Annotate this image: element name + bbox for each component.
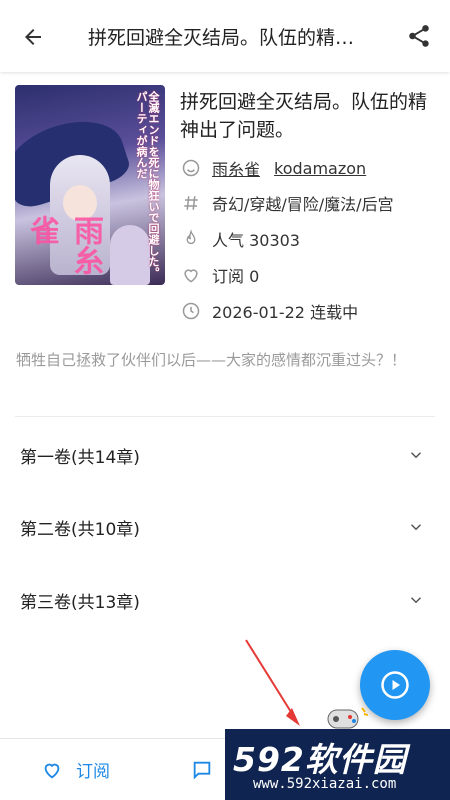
- illustrator-link[interactable]: kodamazon: [274, 159, 366, 178]
- subscribe-button[interactable]: 订阅: [40, 757, 110, 782]
- heart-outline-icon: [40, 759, 64, 781]
- volume-row[interactable]: 第二卷(共10章): [0, 502, 450, 552]
- chevron-down-icon[interactable]: [406, 517, 426, 537]
- author-link[interactable]: 雨糸雀: [212, 156, 260, 180]
- watermark-brand: 592软件园: [233, 740, 407, 779]
- cover-title-text: 全滅エンドを死に物狂いで回避した。パーティが病んだ: [135, 91, 160, 278]
- chevron-down-icon[interactable]: [406, 445, 426, 465]
- start-reading-button[interactable]: [360, 650, 430, 720]
- watermark: 592软件园 www.592xiazai.com: [225, 729, 450, 800]
- clock-icon: [180, 300, 202, 322]
- book-description: 牺牲自己拯救了伙伴们以后——大家的感情都沉重过头？！: [16, 351, 407, 369]
- chevron-down-icon[interactable]: [406, 590, 426, 610]
- popularity-row: 人气 30303: [180, 227, 442, 251]
- arrow-back-icon: [25, 29, 41, 45]
- status-text: 2026-01-22 连载中: [212, 303, 359, 322]
- tags-text[interactable]: 奇幻/穿越/冒险/魔法/后宫: [212, 191, 394, 215]
- divider: [15, 416, 435, 417]
- volume-label: 第一卷(共14章): [20, 447, 140, 468]
- tags-row: 奇幻/穿越/冒险/魔法/后宫: [180, 191, 442, 215]
- share-button[interactable]: [404, 21, 434, 51]
- hash-icon: [180, 192, 202, 214]
- play-circle-icon: [381, 671, 409, 699]
- subscriptions-text: 订阅 0: [212, 267, 260, 286]
- book-title: 拼死回避全灭结局。队伍的精神出了问题。: [180, 91, 428, 141]
- subscriptions-row: 订阅 0: [180, 263, 442, 287]
- page-title: 拼死回避全灭结局。队伍的精神出了问题。: [88, 27, 364, 49]
- comment-button[interactable]: [190, 759, 214, 781]
- book-cover-image[interactable]: 全滅エンドを死に物狂いで回避した。パーティが病んだ 雨糸雀: [15, 85, 165, 285]
- cover-author-text: 雨糸雀: [24, 215, 103, 275]
- comment-icon: [193, 761, 211, 780]
- status-row: 2026-01-22 连载中: [180, 299, 442, 323]
- back-button[interactable]: [18, 22, 48, 52]
- watermark-url: www.592xiazai.com: [253, 776, 397, 792]
- popularity-text: 人气 30303: [212, 231, 300, 250]
- heart-icon: [180, 264, 202, 286]
- volume-row[interactable]: 第三卷(共13章): [0, 575, 450, 625]
- volume-label: 第三卷(共13章): [20, 592, 140, 613]
- volume-label: 第二卷(共10章): [20, 519, 140, 540]
- share-icon: [409, 25, 429, 47]
- flame-icon: [180, 228, 202, 250]
- smile-icon: [180, 157, 202, 179]
- volume-row[interactable]: 第一卷(共14章): [0, 430, 450, 480]
- app-bar: 拼死回避全灭结局。队伍的精神出了问题。: [0, 0, 450, 72]
- subscribe-label: 订阅: [76, 762, 110, 782]
- author-row: 雨糸雀 kodamazon: [180, 156, 442, 180]
